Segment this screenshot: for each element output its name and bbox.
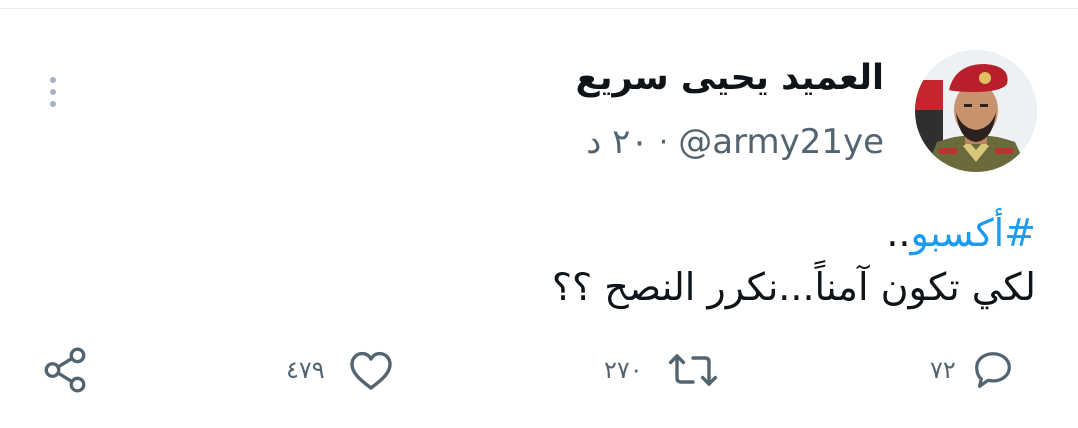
tweet-text: #أكسبو.. لكي تكون آمناً...نكرر النصح ؟؟ <box>136 206 1036 314</box>
more-options-button[interactable] <box>38 72 68 112</box>
vertical-dots-icon <box>50 77 56 83</box>
share-button[interactable] <box>40 340 90 400</box>
like-button[interactable]: ٤٧٩ <box>286 340 395 400</box>
tweet-meta: @army21ye · ٢٠ د <box>586 122 884 162</box>
reply-button[interactable]: ٧٢ <box>930 340 1016 400</box>
speech-bubble-icon <box>974 352 1011 388</box>
like-count: ٤٧٩ <box>286 356 325 384</box>
avatar-image <box>915 50 1037 172</box>
hashtag-link[interactable]: #أكسبو <box>911 211 1037 255</box>
retweet-button[interactable]: ٢٧٠ <box>604 340 719 400</box>
tweet-text-line-1: #أكسبو.. <box>136 206 1036 260</box>
author-display-name[interactable]: العميد يحيى سريع <box>575 58 884 98</box>
tweet[interactable]: العميد يحيى سريع @army21ye · ٢٠ د #أكسبو… <box>0 0 1078 428</box>
retweet-count: ٢٧٠ <box>604 356 643 384</box>
tweet-timestamp[interactable]: ٢٠ د <box>586 122 648 162</box>
meta-separator: · <box>658 124 669 160</box>
retweet-icon <box>668 354 717 386</box>
heart-icon <box>349 351 392 390</box>
author-handle[interactable]: @army21ye <box>678 122 884 162</box>
tweet-text-line-2: لكي تكون آمناً...نكرر النصح ؟؟ <box>551 265 1036 309</box>
reply-count: ٧٢ <box>930 356 956 384</box>
avatar[interactable] <box>915 50 1037 172</box>
hashtag-suffix: .. <box>886 211 911 255</box>
share-nodes-icon <box>44 347 86 393</box>
